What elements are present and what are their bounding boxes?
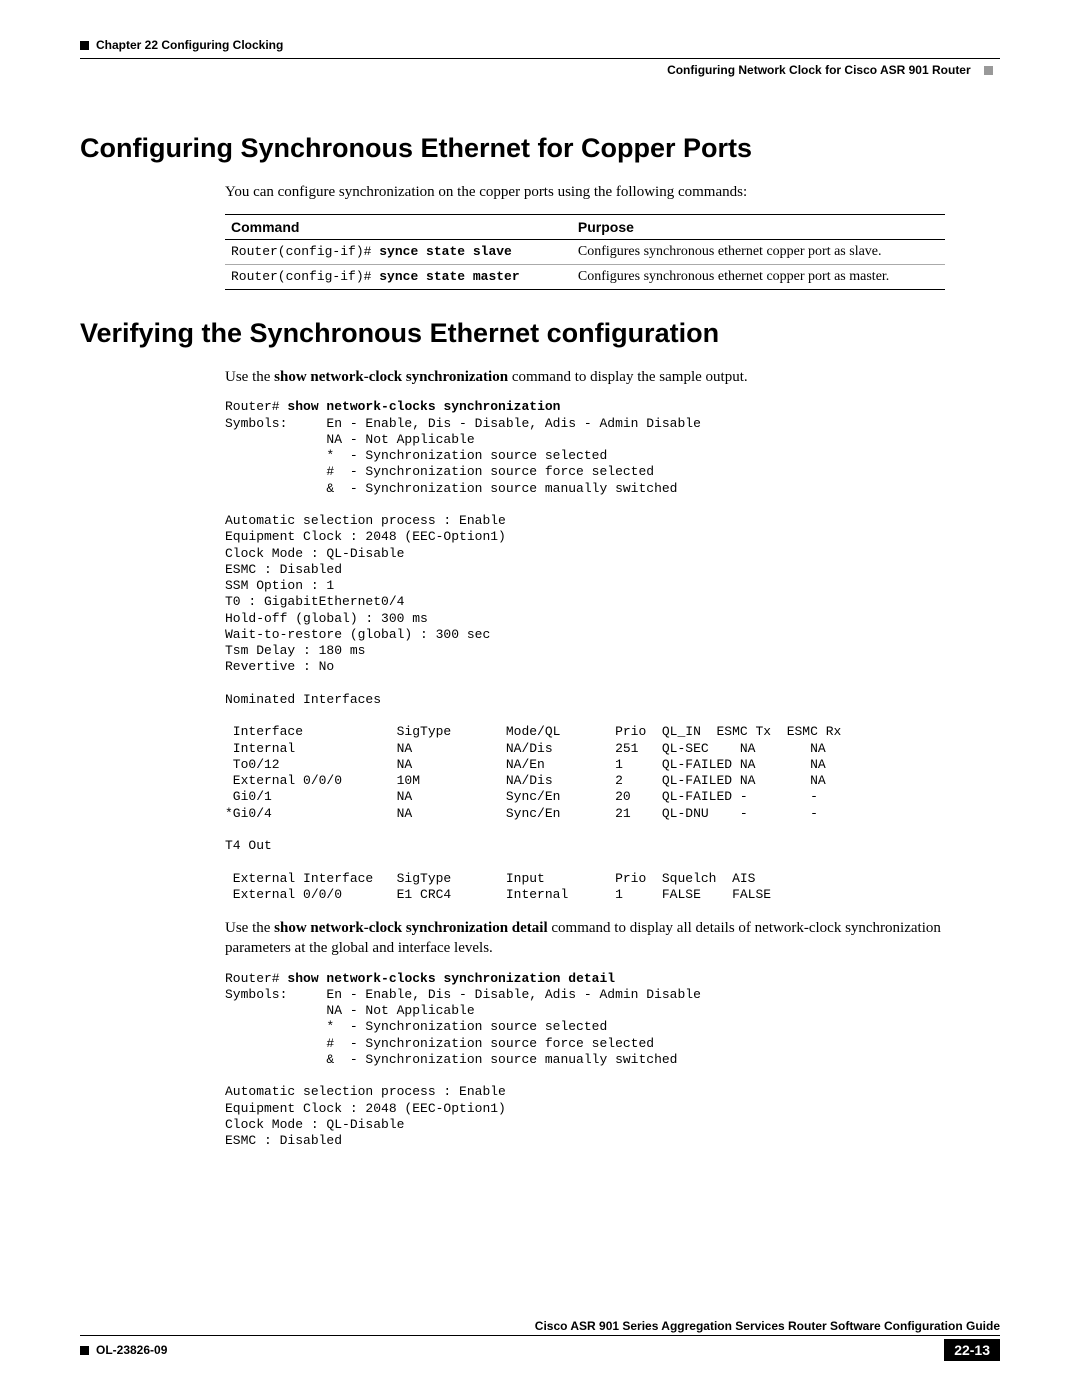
header-divider bbox=[80, 58, 1000, 59]
cell-command: Router(config-if)# synce state slave bbox=[225, 240, 572, 265]
col-command: Command bbox=[225, 215, 572, 240]
command-table: Command Purpose Router(config-if)# synce… bbox=[225, 214, 945, 290]
output-block-2: Router# show network-clocks synchronizat… bbox=[225, 971, 1000, 1150]
paragraph-verify-intro: Use the show network-clock synchronizati… bbox=[225, 367, 1000, 387]
header-section-row: Configuring Network Clock for Cisco ASR … bbox=[80, 63, 1000, 78]
header-chapter: Chapter 22 Configuring Clocking bbox=[96, 38, 283, 52]
cell-command: Router(config-if)# synce state master bbox=[225, 265, 572, 290]
paragraph-detail-intro: Use the show network-clock synchronizati… bbox=[225, 918, 1000, 959]
page-footer: Cisco ASR 901 Series Aggregation Service… bbox=[80, 1319, 1000, 1361]
table-row: Router(config-if)# synce state slave Con… bbox=[225, 240, 945, 265]
heading-verify: Verifying the Synchronous Ethernet confi… bbox=[80, 318, 1000, 349]
footer-doc-number: OL-23826-09 bbox=[80, 1343, 167, 1357]
footer-guide-title: Cisco ASR 901 Series Aggregation Service… bbox=[80, 1319, 1000, 1336]
cell-purpose: Configures synchronous ethernet copper p… bbox=[572, 265, 945, 290]
header-square-icon bbox=[80, 41, 89, 50]
footer-page-number: 22-13 bbox=[944, 1339, 1000, 1361]
heading-copper-ports: Configuring Synchronous Ethernet for Cop… bbox=[80, 133, 1000, 164]
header-chapter-row: Chapter 22 Configuring Clocking bbox=[80, 38, 1000, 52]
footer-square-icon bbox=[80, 1346, 89, 1355]
header-square-light-icon bbox=[984, 64, 1000, 78]
paragraph-intro-copper: You can configure synchronization on the… bbox=[225, 182, 1000, 202]
col-purpose: Purpose bbox=[572, 215, 945, 240]
table-row: Router(config-if)# synce state master Co… bbox=[225, 265, 945, 290]
header-section: Configuring Network Clock for Cisco ASR … bbox=[667, 63, 971, 77]
table-header-row: Command Purpose bbox=[225, 215, 945, 240]
output-block-1: Router# show network-clocks synchronizat… bbox=[225, 399, 1000, 903]
cell-purpose: Configures synchronous ethernet copper p… bbox=[572, 240, 945, 265]
